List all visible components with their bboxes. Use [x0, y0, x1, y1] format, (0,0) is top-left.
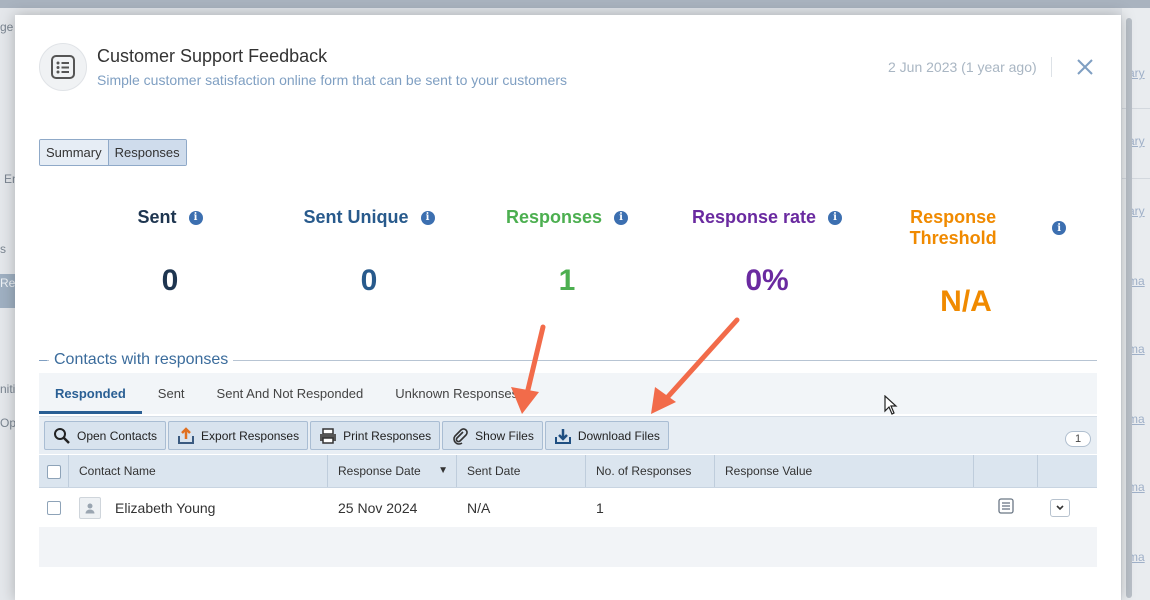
- print-responses-button[interactable]: Print Responses: [310, 421, 441, 450]
- download-files-button[interactable]: Download Files: [544, 421, 669, 450]
- button-label: Export Responses: [201, 428, 300, 443]
- stat-sent-unique: Sent Unique i 0: [269, 207, 469, 298]
- stat-value: 1: [558, 264, 576, 297]
- section-title: Contacts with responses: [49, 351, 234, 369]
- row-checkbox-cell: [39, 488, 69, 527]
- column-header-sent-date[interactable]: Sent Date: [457, 455, 586, 487]
- background-text: Op: [0, 416, 17, 430]
- response-date-cell: 25 Nov 2024: [338, 499, 418, 516]
- stat-response-rate: Response rate i 0%: [667, 207, 867, 298]
- table-row[interactable]: Elizabeth Young 25 Nov 2024 N/A 1: [39, 488, 1097, 527]
- contact-name[interactable]: Elizabeth Young: [115, 500, 215, 516]
- contacts-section-header: Contacts with responses: [39, 351, 1097, 371]
- tab-sent-and-not-responded[interactable]: Sent And Not Responded: [201, 373, 380, 414]
- sort-descending-icon: ▼: [438, 465, 448, 476]
- record-count-badge: 1: [1065, 431, 1091, 447]
- stat-value: 0: [360, 264, 378, 297]
- stat-value: 0%: [745, 264, 789, 297]
- column-header-menu: [1038, 455, 1097, 487]
- column-header-actions: [974, 455, 1038, 487]
- sent-date-cell: N/A: [467, 499, 491, 516]
- row-checkbox[interactable]: [47, 500, 61, 515]
- tab-sent[interactable]: Sent: [142, 373, 201, 414]
- view-response-cell: [974, 488, 1038, 527]
- background-topbar: [0, 0, 1150, 8]
- no-of-responses-cell: 1: [596, 499, 604, 516]
- printer-icon: [319, 427, 337, 445]
- stat-label: Sent Unique: [303, 207, 409, 227]
- response-tabs: Responded Sent Sent And Not Responded Un…: [39, 373, 1097, 414]
- stat-value: N/A: [940, 285, 992, 318]
- info-icon[interactable]: i: [420, 210, 435, 225]
- close-button[interactable]: [1073, 55, 1097, 79]
- response-value-cell: [715, 488, 974, 527]
- chevron-down-icon: [1056, 504, 1064, 510]
- open-contacts-button[interactable]: Open Contacts: [44, 421, 167, 450]
- column-header-no-of-responses[interactable]: No. of Responses: [586, 455, 715, 487]
- header-divider: [1051, 57, 1052, 77]
- show-files-button[interactable]: Show Files: [442, 421, 543, 450]
- stat-value: 0: [161, 264, 179, 297]
- paperclip-icon: [451, 427, 469, 445]
- select-all-checkbox[interactable]: [47, 464, 61, 479]
- select-all-cell: [39, 455, 69, 487]
- button-label: Open Contacts: [77, 428, 158, 443]
- table-empty-area: [39, 527, 1097, 567]
- stat-label: Response rate: [691, 207, 817, 227]
- info-icon[interactable]: i: [828, 210, 843, 225]
- stat-label: Sent: [137, 207, 177, 227]
- magnifier-icon: [53, 427, 71, 445]
- scrollbar[interactable]: [1126, 18, 1132, 598]
- column-header-contact-name[interactable]: Contact Name: [69, 455, 328, 487]
- modal-title: Customer Support Feedback: [97, 46, 328, 66]
- download-icon: [554, 427, 572, 445]
- person-icon: [79, 496, 101, 519]
- background-text: Re: [0, 276, 16, 290]
- mouse-cursor-icon: [884, 395, 898, 415]
- column-header-response-date[interactable]: Response Date ▼: [328, 455, 457, 487]
- stat-responses: Responses i 1: [467, 207, 667, 298]
- info-icon[interactable]: i: [614, 210, 629, 225]
- table-header: Contact Name Response Date ▼ Sent Date N…: [39, 455, 1097, 488]
- info-icon[interactable]: i: [188, 210, 203, 225]
- responses-toolbar: Open Contacts Export Responses Print Res…: [39, 416, 1097, 454]
- background-text: niti: [0, 382, 16, 396]
- background-text: s: [0, 242, 6, 256]
- close-icon: [1077, 59, 1093, 75]
- form-details-modal: Customer Support Feedback Simple custome…: [15, 15, 1121, 600]
- button-label: Show Files: [475, 428, 534, 443]
- row-menu-cell: [1038, 488, 1097, 527]
- info-icon[interactable]: i: [1052, 221, 1066, 235]
- stat-label: Response Threshold: [909, 207, 997, 248]
- background-text: ge: [0, 20, 14, 34]
- view-toggle: Summary Responses: [39, 139, 187, 166]
- column-header-response-value[interactable]: Response Value: [715, 455, 974, 487]
- export-responses-button[interactable]: Export Responses: [168, 421, 309, 450]
- summary-toggle-button[interactable]: Summary: [40, 140, 108, 165]
- stat-sent: Sent i 0: [70, 207, 270, 298]
- button-label: Print Responses: [343, 428, 432, 443]
- created-date: 2 Jun 2023 (1 year ago): [888, 59, 1037, 75]
- tab-responded[interactable]: Responded: [39, 373, 142, 414]
- contact-name-cell: Elizabeth Young: [69, 488, 328, 527]
- stat-response-threshold: Response Threshold i N/A: [866, 207, 1066, 319]
- export-icon: [177, 426, 195, 445]
- row-menu-button[interactable]: [1050, 498, 1070, 517]
- column-header-label: Response Date: [338, 464, 421, 478]
- section-rule-tick: [39, 360, 47, 361]
- button-label: Download Files: [577, 428, 660, 443]
- modal-subtitle: Simple customer satisfaction online form…: [97, 72, 567, 88]
- responses-toggle-button[interactable]: Responses: [107, 140, 186, 165]
- form-list-icon: [39, 43, 87, 91]
- form-list-icon[interactable]: [998, 498, 1014, 517]
- tab-unknown-responses[interactable]: Unknown Responses: [379, 373, 534, 414]
- stat-label: Responses: [505, 207, 603, 227]
